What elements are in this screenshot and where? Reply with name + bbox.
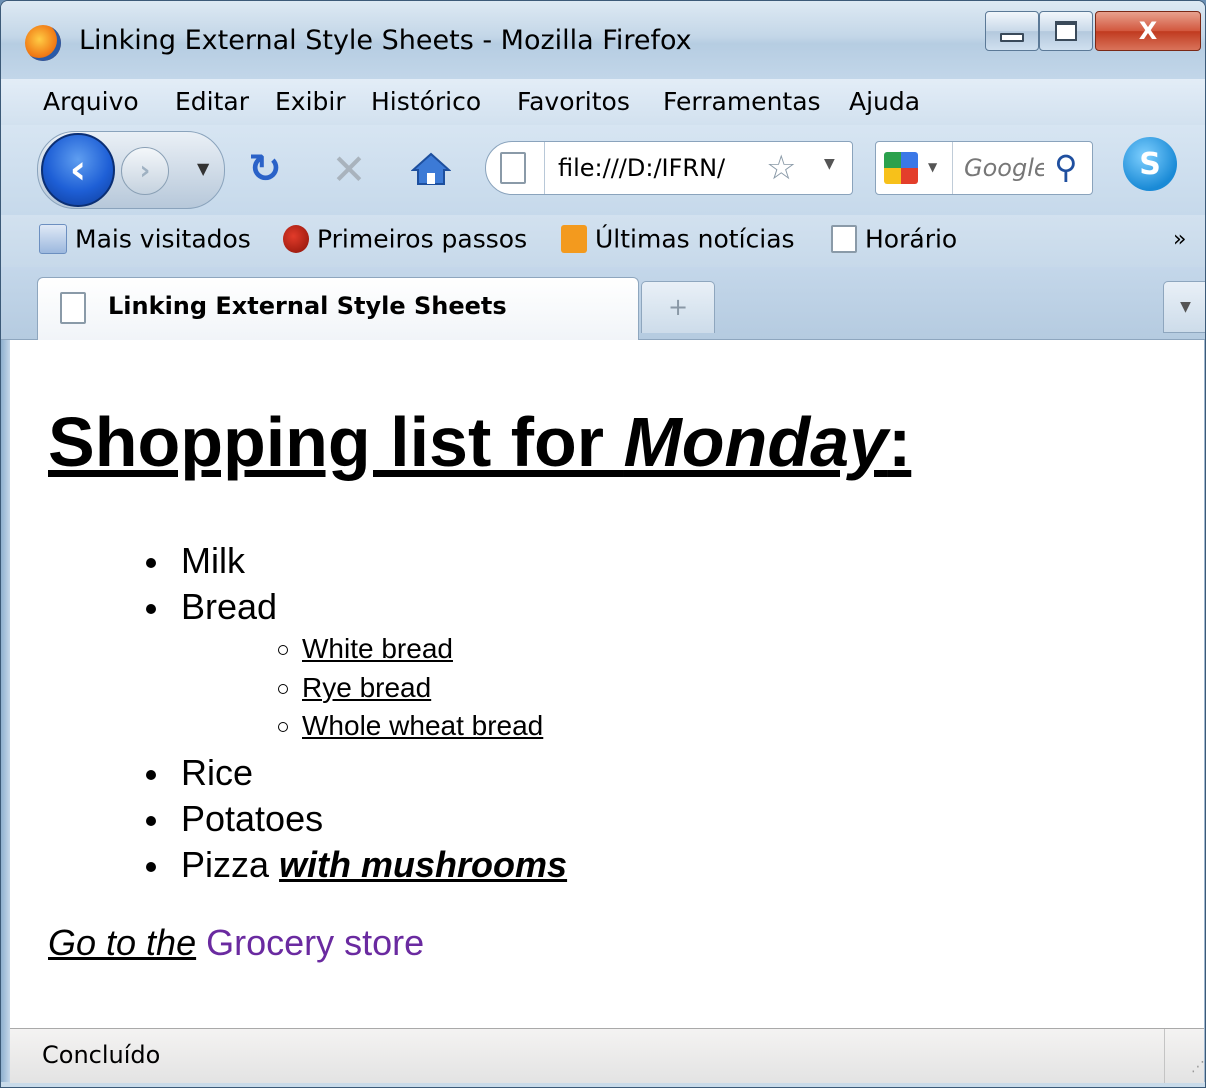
window-frame-left: [1, 340, 10, 1082]
back-arrow-icon: ‹: [69, 147, 87, 193]
sublist-item: Rye bread: [146, 669, 567, 708]
goto-prefix: Go to the: [48, 922, 197, 963]
search-bar[interactable]: ▼ Google ⚲: [875, 141, 1093, 195]
google-engine-icon[interactable]: [884, 152, 918, 184]
item-label: Rice: [181, 751, 254, 793]
url-dropdown-icon[interactable]: ▼: [824, 156, 835, 172]
menu-bar: Arquivo Editar Exibir Histórico Favorito…: [1, 79, 1205, 125]
page-icon: [831, 225, 857, 253]
heading-colon: :: [887, 403, 912, 481]
window-title: Linking External Style Sheets - Mozilla …: [79, 25, 692, 56]
tab-bar: Linking External Style Sheets + ▼: [1, 267, 1205, 340]
list-item: Rice: [146, 750, 567, 796]
forward-button[interactable]: ›: [121, 147, 169, 195]
browser-window: Linking External Style Sheets - Mozilla …: [0, 0, 1206, 1088]
sublist-item: White bread: [146, 630, 567, 669]
list-item: Bread White bread Rye bread Whole wheat …: [146, 584, 567, 746]
menu-exibir[interactable]: Exibir: [275, 87, 346, 116]
shopping-list: Milk Bread White bread Rye bread Whole w…: [146, 538, 567, 888]
skype-icon[interactable]: S: [1123, 137, 1177, 191]
stop-icon[interactable]: ✕: [327, 145, 371, 194]
forward-arrow-icon: ›: [139, 156, 151, 186]
page-icon: [60, 292, 86, 324]
item-label: Pizza: [181, 843, 270, 885]
search-icon[interactable]: ⚲: [1054, 148, 1077, 186]
list-item: Potatoes: [146, 796, 567, 842]
close-button[interactable]: X: [1095, 11, 1201, 51]
sublist-item: Whole wheat bread: [146, 707, 567, 746]
bookmark-ultimas-noticias[interactable]: Últimas notícias: [561, 223, 795, 259]
heading-text: Shopping list for: [48, 403, 624, 481]
url-separator: [544, 142, 545, 194]
menu-editar[interactable]: Editar: [175, 87, 249, 116]
pizza-item: Pizza with mushrooms: [181, 844, 567, 885]
bookmark-primeiros-passos[interactable]: Primeiros passos: [283, 223, 527, 259]
item-label: Milk: [181, 540, 245, 581]
bookmark-label: Mais visitados: [75, 224, 251, 254]
page-heading: Shopping list for Monday:: [48, 402, 911, 482]
maximize-icon: [1055, 21, 1077, 41]
goto-line: Go to the Grocery store: [48, 922, 424, 964]
bookmark-label: Primeiros passos: [317, 224, 528, 254]
bookmark-label: Horário: [865, 224, 958, 254]
menu-ferramentas[interactable]: Ferramentas: [663, 87, 821, 116]
new-tab-button[interactable]: +: [641, 281, 715, 333]
menu-arquivo[interactable]: Arquivo: [43, 87, 139, 116]
whole-wheat-bread-link[interactable]: Whole wheat bread: [302, 710, 543, 741]
page-content: Shopping list for Monday: Milk Bread Whi…: [10, 340, 1204, 1028]
bookmark-star-icon[interactable]: ☆: [766, 148, 796, 188]
history-dropdown-icon[interactable]: ▼: [197, 159, 209, 178]
home-icon[interactable]: [409, 147, 453, 191]
tab-list-button[interactable]: ▼: [1163, 281, 1205, 333]
bookmarks-overflow-icon[interactable]: »: [1173, 227, 1186, 252]
minimize-icon: [1000, 32, 1024, 42]
engine-dropdown-icon[interactable]: ▼: [928, 160, 937, 174]
url-input[interactable]: file:///D:/IFRN/: [558, 154, 725, 182]
tab-active[interactable]: Linking External Style Sheets: [37, 277, 639, 340]
back-button[interactable]: ‹: [41, 133, 115, 207]
bookmark-horario[interactable]: Horário: [831, 223, 957, 259]
bookmark-label: Últimas notícias: [595, 224, 795, 254]
status-text: Concluído: [42, 1041, 161, 1069]
firefox-bookmark-icon: [283, 225, 309, 253]
status-bar: Concluído ⋰: [10, 1028, 1205, 1083]
rye-bread-link[interactable]: Rye bread: [302, 672, 431, 703]
minimize-button[interactable]: [985, 11, 1039, 51]
item-label: Bread: [181, 586, 278, 627]
plus-icon: +: [667, 293, 689, 321]
white-bread-link[interactable]: White bread: [302, 633, 453, 664]
most-visited-icon: [39, 224, 67, 254]
address-bar[interactable]: file:///D:/IFRN/ ☆ ▼: [485, 141, 853, 195]
item-label: Potatoes: [181, 797, 324, 839]
search-separator: [952, 142, 953, 194]
maximize-button[interactable]: [1039, 11, 1093, 51]
bread-sublist: White bread Rye bread Whole wheat bread: [146, 630, 567, 746]
bookmark-mais-visitados[interactable]: Mais visitados: [39, 223, 251, 259]
search-input[interactable]: Google: [964, 154, 1044, 182]
navigation-toolbar: ‹ › ▼ ↻ ✕ file:///D:/IFRN/ ☆ ▼ ▼ Google …: [1, 125, 1205, 215]
menu-ajuda[interactable]: Ajuda: [849, 87, 920, 116]
close-icon: X: [1138, 17, 1158, 45]
title-bar: Linking External Style Sheets - Mozilla …: [1, 1, 1205, 79]
list-item: Pizza with mushrooms: [146, 842, 567, 888]
rss-feed-icon: [561, 225, 587, 253]
bookmarks-toolbar: Mais visitados Primeiros passos Últimas …: [1, 215, 1205, 268]
page-icon: [500, 152, 526, 184]
tab-label: Linking External Style Sheets: [108, 292, 507, 320]
menu-favoritos[interactable]: Favoritos: [517, 87, 630, 116]
reload-icon[interactable]: ↻: [243, 146, 287, 192]
firefox-logo-icon: [25, 25, 61, 61]
resize-grip-icon[interactable]: ⋰: [1164, 1029, 1205, 1083]
grocery-store-link[interactable]: Grocery store: [206, 922, 424, 963]
pizza-emphasis: with mushrooms: [279, 843, 568, 885]
heading-emphasis: Monday: [623, 403, 888, 481]
list-item: Milk: [146, 538, 567, 584]
menu-historico[interactable]: Histórico: [371, 87, 481, 116]
